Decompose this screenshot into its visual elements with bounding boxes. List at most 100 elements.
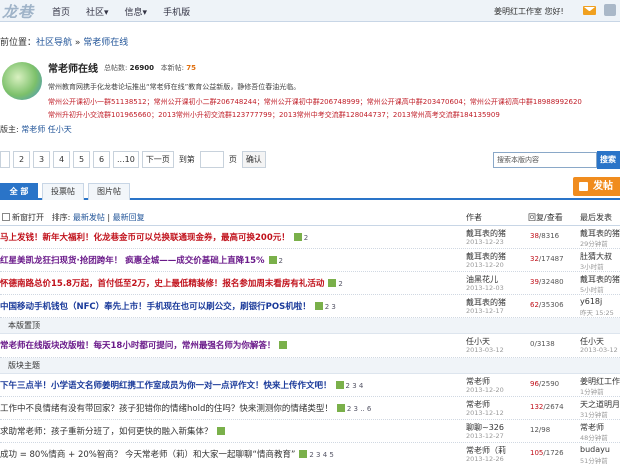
reply-count: 38 (530, 232, 539, 240)
moderator-names[interactable]: 常老师 任小天 (21, 125, 72, 134)
thread-pages[interactable]: 2 3 .. 6 (347, 405, 372, 413)
last-post-time: 2013-03-12 (580, 346, 618, 354)
next-page-button[interactable]: 下一页 (141, 151, 174, 168)
sort-sep: | (104, 213, 113, 222)
view-count: 98 (541, 426, 551, 434)
breadcrumb-prefix: 前位置： (0, 38, 37, 48)
table-row: 红星美凯龙狂扫现货·抢团跨年！ 疯惠全城——成交价基础上直降15% 2 戴耳表的猪 2… (0, 249, 620, 272)
thread-pages[interactable]: 2 (304, 234, 308, 242)
goto-label: 到第 (178, 155, 195, 164)
thread-date: 2013-12-27 (466, 432, 504, 440)
page-link[interactable]: 5 (73, 151, 90, 168)
thread-title-text[interactable]: 红星美凯龙狂扫现货·抢团跨年！ 疯惠全城——成交价基础上直降15% (0, 256, 265, 266)
page-link[interactable]: 6 (93, 151, 110, 168)
page-link[interactable]: 3 (33, 151, 50, 168)
reply-count: 105 (530, 449, 544, 457)
thread-title-text[interactable]: 怀德南路总价15.8万起，首付低至2万，史上最低精装修！报名参加周末看房有礼活动 (0, 279, 324, 289)
user-greeting[interactable]: 姜明红工作室 您好! (494, 6, 564, 17)
thread-date: 2013-12-20 (466, 386, 504, 394)
pager: 2 3 4 5 6 ...10 下一页 到第 页 确认 (0, 151, 266, 168)
thread-title-text[interactable]: 下午三点半！小学语文名师姜明红携工作室成员为你一对一点评作文！快来上传作文吧！ (0, 381, 332, 391)
attachment-icon (336, 404, 345, 412)
nav-info[interactable]: 信息▾ (125, 5, 148, 18)
replies-column-header: 回复/查看 (528, 213, 563, 222)
stats-total-label: 总帖数: (104, 64, 128, 72)
nav-mobile[interactable]: 手机版 (163, 5, 190, 18)
thread-counts: 39/32480 (530, 278, 564, 286)
thread-date: 2013-12-03 (466, 284, 504, 292)
sort-newest-link[interactable]: 最新发帖 (73, 213, 105, 222)
stats-total: 26900 (129, 64, 154, 72)
new-window-checkbox[interactable] (2, 213, 10, 221)
table-row: 下午三点半！小学语文名师姜明红携工作室成员为你一对一点评作文！快来上传作文吧！ 2… (0, 374, 620, 397)
thread-title[interactable]: 中国移动手机钱包（NFC）奉先上市！手机现在也可以刷公交，刷银行POS机啦！ 2 … (0, 300, 336, 312)
thread-pages[interactable]: 2 3 4 5 (309, 451, 334, 459)
tab-all[interactable]: 全 部 (0, 183, 38, 200)
sort-reply-link[interactable]: 最新回复 (113, 213, 145, 222)
thread-title-text[interactable]: 中国移动手机钱包（NFC）奉先上市！手机现在也可以刷公交，刷银行POS机啦！ (0, 302, 311, 312)
mail-icon[interactable] (583, 6, 596, 15)
new-window-label[interactable]: 新窗打开 (12, 213, 44, 222)
thread-title[interactable]: 求助常老师：孩子重新分班了，如何更快的融入新集体？ (0, 425, 227, 437)
thread-pages[interactable]: 2 (279, 257, 283, 265)
thread-title[interactable]: 成功 = 80%情商 + 20%智商？ 今天常老师（莉）和大家一起聊聊“情商教育… (0, 448, 334, 460)
thread-pages[interactable]: 2 (338, 280, 342, 288)
view-count: 35306 (541, 301, 564, 309)
reply-count: 62 (530, 301, 539, 309)
breadcrumb: 前位置：社区导航 » 常老师在线 (0, 35, 128, 48)
thread-counts: 0/3138 (530, 340, 555, 348)
thread-title-text[interactable]: 常老师在线版块改版啦！每天18小时都可提问，常州最强名师为你解答！ (0, 341, 275, 351)
last-post-time: 51分钟前 (580, 457, 608, 465)
goto-page-input[interactable] (199, 151, 224, 168)
thread-title[interactable]: 马上发钱！新年大福利！化龙巷金币可以兑换联通现金券，最高可换200元！ 2 (0, 231, 308, 243)
breadcrumb-section[interactable]: 社区导航 (36, 38, 72, 48)
thread-title[interactable]: 常老师在线版块改版啦！每天18小时都可提问，常州最强名师为你解答！ (0, 339, 289, 351)
thread-date: 2013-03-12 (466, 346, 504, 354)
page-link[interactable]: ...10 (113, 151, 139, 168)
thread-title[interactable]: 红星美凯龙狂扫现货·抢团跨年！ 疯惠全城——成交价基础上直降15% 2 (0, 254, 283, 266)
nav-home[interactable]: 首页 (52, 5, 70, 18)
search-input[interactable]: 搜索本版内容 (493, 152, 597, 168)
sort-label: 排序: (51, 213, 73, 222)
thread-pages[interactable]: 2 3 4 (346, 382, 364, 390)
breadcrumb-forum[interactable]: 常老师在线 (83, 38, 128, 48)
nav-community[interactable]: 社区▾ (86, 5, 109, 18)
page-unit-label: 页 (228, 155, 237, 164)
settings-icon[interactable] (604, 4, 616, 16)
reply-count: 96 (530, 380, 539, 388)
last-poster[interactable]: budayu (580, 445, 610, 454)
tab-images[interactable]: 图片帖 (88, 183, 130, 200)
thread-title[interactable]: 下午三点半！小学语文名师姜明红携工作室成员为你一对一点评作文！快来上传作文吧！ 2… (0, 379, 363, 391)
table-row: 成功 = 80%情商 + 20%智商？ 今天常老师（莉）和大家一起聊聊“情商教育… (0, 443, 620, 465)
top-nav: 首页 社区▾ 信息▾ 手机版 (52, 5, 190, 18)
last-poster[interactable]: y618j (580, 297, 602, 306)
thread-counts: 96/2590 (530, 380, 560, 388)
stats-new: 75 (186, 64, 196, 72)
attachment-icon (268, 256, 277, 264)
page-link[interactable]: 2 (13, 151, 30, 168)
thread-title-text[interactable]: 成功 = 80%情商 + 20%智商？ 今天常老师（莉）和大家一起聊聊“情商教育… (0, 450, 295, 460)
view-count: 2674 (545, 403, 564, 411)
thread-title-text[interactable]: 马上发钱！新年大福利！化龙巷金币可以兑换联通现金券，最高可换200元！ (0, 233, 290, 243)
table-row: 求助常老师：孩子重新分班了，如何更快的融入新集体？ 聊聊~326 2013-12-2… (0, 420, 620, 443)
page-link[interactable]: 4 (53, 151, 70, 168)
thread-title-text[interactable]: 工作中不良情绪有没有带回家？孩子犯错你的情绪hold的住吗？快来测测你的情绪类型… (0, 404, 333, 414)
view-count: 3138 (536, 340, 555, 348)
thread-pages[interactable]: 2 3 (325, 303, 336, 311)
forum-stats: 总帖数: 26900 本新帖: 75 (104, 63, 196, 73)
table-row: 常老师在线版块改版啦！每天18小时都可提问，常州最强名师为你解答！ 任小天 2013… (0, 334, 620, 358)
last-post-time: 29分钟前 (580, 240, 608, 248)
goto-confirm-button[interactable]: 确认 (241, 151, 266, 168)
thread-title[interactable]: 怀德南路总价15.8万起，首付低至2万，史上最低精装修！报名参加周末看房有礼活动… (0, 277, 343, 289)
search-button[interactable]: 搜索 (597, 151, 620, 169)
new-post-button[interactable]: 发帖 (573, 177, 620, 196)
pager-prev-edge[interactable] (0, 151, 10, 168)
thread-title[interactable]: 工作中不良情绪有没有带回家？孩子犯错你的情绪hold的住吗？快来测测你的情绪类型… (0, 402, 371, 414)
forum-description: 常州教育网携手化龙巷论坛推出“常老师在线”教育公益新版，静修吾位春油光临。 (48, 83, 301, 91)
table-row: 怀德南路总价15.8万起，首付低至2万，史上最低精装修！报名参加周末看房有礼活动… (0, 272, 620, 295)
thread-counts: 62/35306 (530, 301, 564, 309)
view-count: 8316 (541, 232, 560, 240)
tab-polls[interactable]: 投票帖 (42, 183, 84, 200)
thread-title-text[interactable]: 求助常老师：孩子重新分班了，如何更快的融入新集体？ (0, 427, 213, 437)
site-logo[interactable]: 龙巷 (2, 1, 34, 22)
